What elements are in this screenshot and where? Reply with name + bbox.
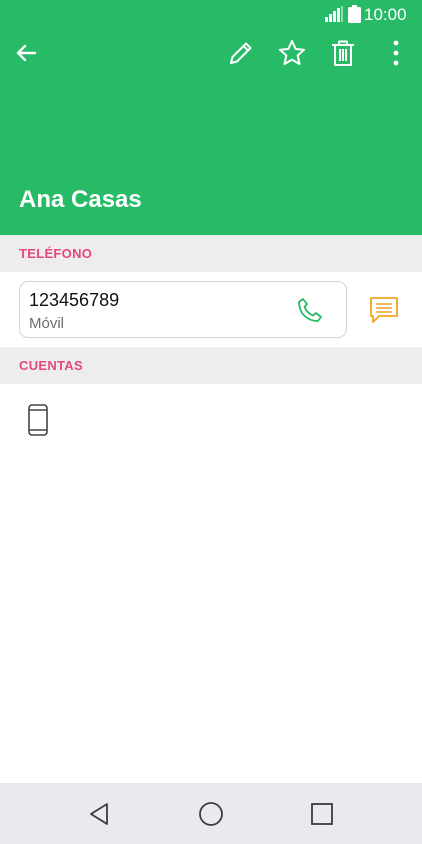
phone-section-header: TELÉFONO [0,235,422,272]
phone-section-title: TELÉFONO [19,246,93,261]
nav-back-button[interactable] [77,793,121,835]
pencil-icon [230,42,252,64]
triangle-back-icon [90,803,108,825]
nav-recent-button[interactable] [300,793,344,835]
contact-header: 10:00 Ana Casas [0,0,422,235]
status-time: 10:00 [364,5,407,24]
call-button[interactable] [290,292,330,328]
accounts-section-title: CUENTAS [19,358,83,373]
phone-icon [298,298,322,322]
smartphone-icon [28,404,48,436]
more-vertical-icon [393,40,399,66]
phone-number: 123456789 [29,290,120,310]
more-options-button[interactable] [376,33,416,73]
phone-type: Móvil [29,315,65,332]
trash-icon [332,40,354,66]
delete-contact-button[interactable] [323,33,363,73]
nav-home-button[interactable] [189,793,233,835]
square-recent-icon [311,803,333,825]
circle-home-icon [199,802,223,826]
status-bar: 10:00 [0,0,422,30]
message-icon [370,297,398,323]
accounts-section-header: CUENTAS [0,347,422,384]
navigation-bar [0,783,422,844]
battery-icon [348,5,361,23]
phone-entry[interactable]: 123456789 Móvil [19,281,347,338]
message-button[interactable] [364,290,404,330]
arrow-left-icon [16,44,37,62]
star-icon [279,40,305,65]
favorite-button[interactable] [272,33,312,73]
signal-icon [325,6,343,22]
back-button[interactable] [6,33,46,73]
contact-name: Ana Casas [19,186,142,213]
account-device [23,402,53,438]
edit-contact-button[interactable] [221,33,261,73]
